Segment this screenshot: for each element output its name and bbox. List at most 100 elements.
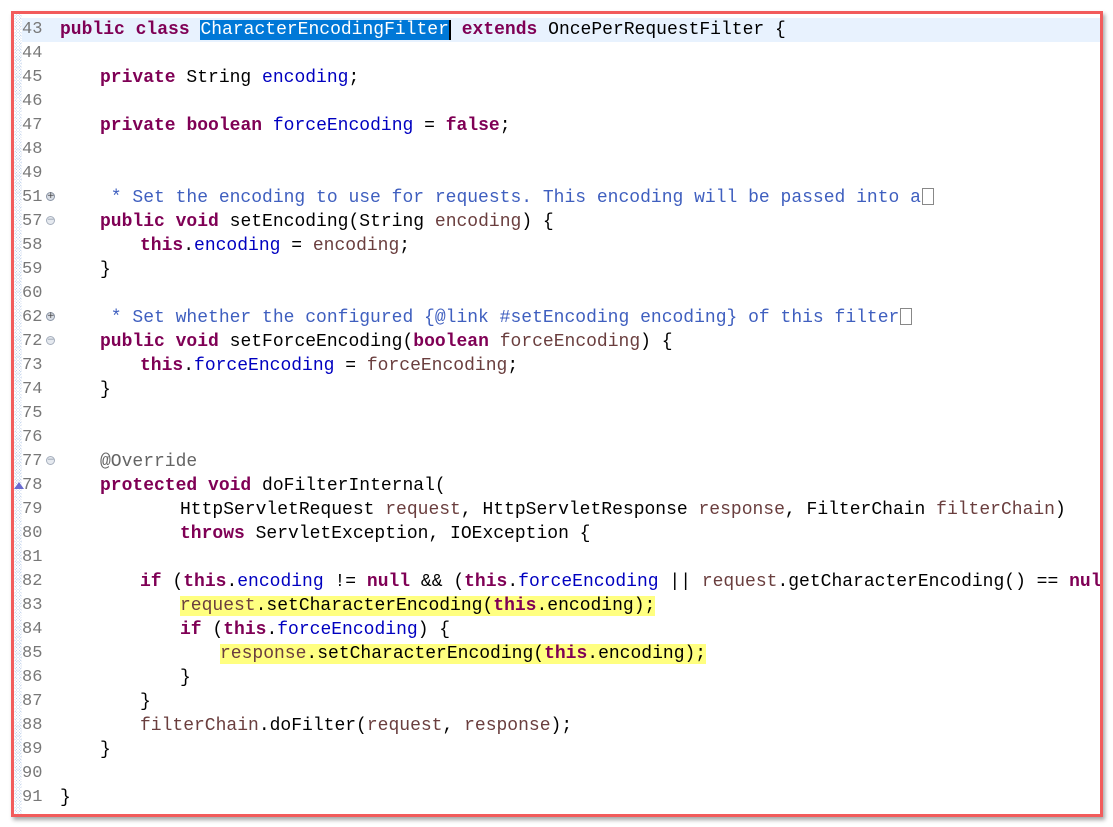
- override-marker-icon[interactable]: [14, 482, 24, 489]
- code-text: .: [266, 620, 278, 640]
- code-line[interactable]: 46: [22, 90, 1100, 114]
- code-line[interactable]: 80 throws ServletException, IOException {: [22, 522, 1100, 546]
- code-text: .setCharacterEncoding(: [306, 644, 545, 664]
- code-line[interactable]: 72− public void setForceEncoding(boolean …: [22, 330, 1100, 354]
- code-line[interactable]: 48: [22, 138, 1100, 162]
- parameter: request: [180, 596, 256, 616]
- code-text: =: [334, 356, 367, 376]
- code-content: HttpServletRequest request, HttpServletR…: [180, 498, 1066, 522]
- code-content: * Set whether the configured {@link #set…: [100, 306, 913, 330]
- code-content: private String encoding;: [100, 66, 359, 90]
- keyword: this: [140, 236, 184, 256]
- code-line[interactable]: 57− public void setEncoding(String encodi…: [22, 210, 1100, 234]
- annotation: @Override: [100, 452, 198, 472]
- parameter: filterChain: [140, 716, 259, 736]
- parameter: encoding: [312, 236, 400, 256]
- code-text: String: [175, 68, 263, 88]
- keyword: public: [60, 20, 125, 40]
- code-text: !=: [323, 572, 367, 592]
- code-line[interactable]: 45 private String encoding;: [22, 66, 1100, 90]
- code-line[interactable]: 77− @Override: [22, 450, 1100, 474]
- keyword: null: [366, 572, 411, 592]
- line-number: 91: [22, 788, 43, 807]
- code-line[interactable]: 58 this.encoding = encoding;: [22, 234, 1100, 258]
- code-line[interactable]: 44: [22, 42, 1100, 66]
- field: encoding: [262, 68, 349, 88]
- expand-fold-icon[interactable]: +: [46, 312, 55, 321]
- code-text: .getCharacterEncoding() ==: [777, 572, 1070, 592]
- code-text: setEncoding(String: [218, 212, 435, 232]
- keyword: void: [175, 332, 219, 352]
- keyword: boolean: [413, 332, 489, 352]
- keyword: protected: [100, 476, 198, 496]
- code-line[interactable]: 87}: [22, 690, 1100, 714]
- code-line[interactable]: 62 + * Set whether the configured {@link …: [22, 306, 1100, 330]
- code-line[interactable]: 60: [22, 282, 1100, 306]
- parameter: request: [366, 716, 443, 736]
- code-line[interactable]: 86}: [22, 666, 1100, 690]
- keyword: throws: [180, 524, 245, 544]
- code-content: }: [100, 258, 111, 282]
- line-number: 62: [22, 308, 43, 327]
- code-line[interactable]: 47 private boolean forceEncoding = false;: [22, 114, 1100, 138]
- line-number: 48: [22, 140, 43, 159]
- code-line[interactable]: 75: [22, 402, 1100, 426]
- code-line[interactable]: 82 if (this.encoding != null && (this.for…: [22, 570, 1100, 594]
- code-text: }: [180, 668, 191, 688]
- code-text: ,: [442, 716, 465, 736]
- code-line[interactable]: 84 if (this.forceEncoding) {: [22, 618, 1100, 642]
- code-line[interactable]: 51 + * Set the encoding to use for reques…: [22, 186, 1100, 210]
- code-line[interactable]: 43 public class CharacterEncodingFilter e…: [22, 18, 1100, 42]
- parameter: forceEncoding: [366, 356, 508, 376]
- code-line[interactable]: 76: [22, 426, 1100, 450]
- code-line[interactable]: 49: [22, 162, 1100, 186]
- code-text: .: [507, 572, 519, 592]
- code-line[interactable]: 79 HttpServletRequest request, HttpServle…: [22, 498, 1100, 522]
- field: forceEncoding: [194, 356, 335, 376]
- collapse-fold-icon[interactable]: −: [46, 216, 55, 225]
- keyword: public: [100, 212, 165, 232]
- collapse-fold-icon[interactable]: −: [46, 336, 55, 345]
- code-content: }: [180, 666, 191, 690]
- parameter: request: [701, 572, 778, 592]
- code-text: .encoding);: [587, 644, 707, 664]
- code-line[interactable]: 81: [22, 546, 1100, 570]
- code-line[interactable]: 83 request.setCharacterEncoding(this.enco…: [22, 594, 1100, 618]
- field: forceEncoding: [272, 116, 414, 136]
- code-line[interactable]: 85 response.setCharacterEncoding(this.enc…: [22, 642, 1100, 666]
- code-content: }: [100, 378, 111, 402]
- code-line[interactable]: 89}: [22, 738, 1100, 762]
- line-number: 83: [22, 596, 43, 615]
- code-line[interactable]: 59}: [22, 258, 1100, 282]
- line-number: 59: [22, 260, 43, 279]
- code-line[interactable]: 88 filterChain.doFilter(request, response…: [22, 714, 1100, 738]
- keyword: this: [544, 644, 588, 664]
- code-text: ) {: [417, 620, 451, 640]
- code-line[interactable]: 73 this.forceEncoding = forceEncoding;: [22, 354, 1100, 378]
- keyword: extends: [461, 20, 538, 40]
- collapsed-comment-ellipsis-icon[interactable]: [900, 308, 913, 325]
- code-line[interactable]: 74}: [22, 378, 1100, 402]
- parameter: forceEncoding: [499, 332, 641, 352]
- expand-fold-icon[interactable]: +: [46, 192, 55, 201]
- javadoc-comment: * Set whether the configured {@link #set…: [100, 308, 900, 328]
- collapse-fold-icon[interactable]: −: [46, 456, 55, 465]
- editor-left-ruler: [14, 14, 22, 814]
- code-text: ;: [499, 116, 511, 136]
- line-number: 78: [22, 476, 43, 495]
- line-number: 49: [22, 164, 43, 183]
- code-line[interactable]: 78 protected void doFilterInternal(: [14, 474, 1100, 498]
- code-text: .: [183, 356, 195, 376]
- code-line[interactable]: 90: [22, 762, 1100, 786]
- java-code-editor[interactable]: 43 public class CharacterEncodingFilter e…: [14, 18, 1100, 810]
- code-text: .: [183, 236, 195, 256]
- collapsed-comment-ellipsis-icon[interactable]: [921, 188, 934, 205]
- code-line[interactable]: 91}: [22, 786, 1100, 810]
- code-text: , FilterChain: [784, 500, 937, 520]
- code-content: request.setCharacterEncoding(this.encodi…: [180, 594, 656, 618]
